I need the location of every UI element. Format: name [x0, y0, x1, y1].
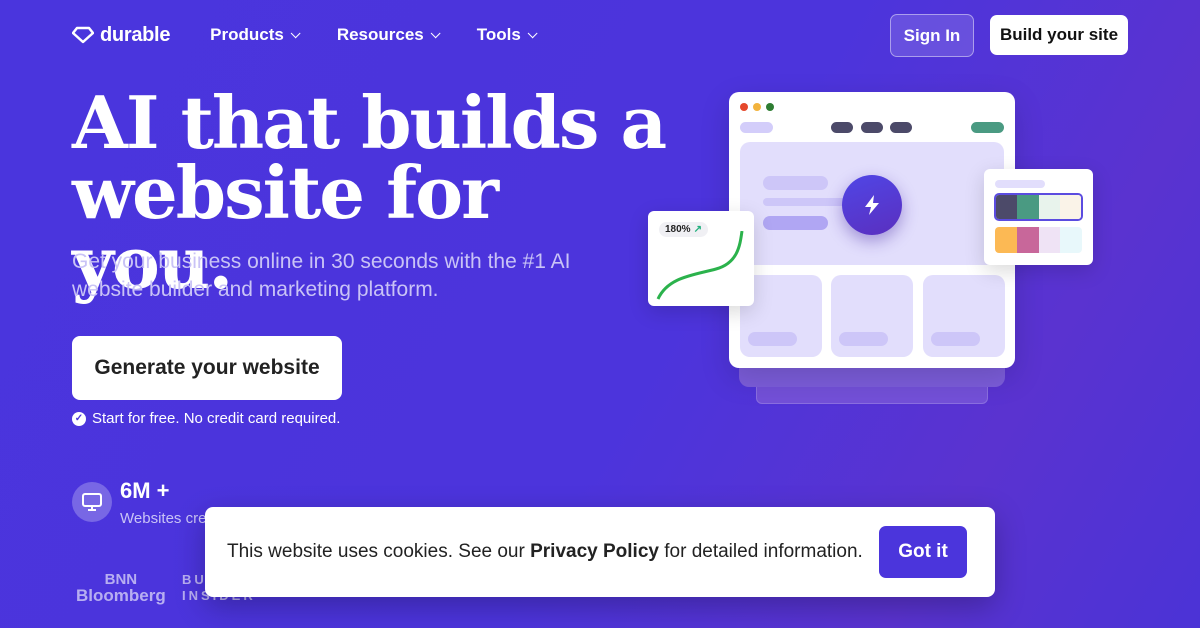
cookie-text-before: This website uses cookies. See our — [227, 541, 531, 562]
website-illustration — [729, 92, 1015, 368]
chevron-down-icon — [430, 27, 441, 38]
press-line: Bloomberg — [76, 586, 166, 605]
nav-label: Resources — [336, 25, 424, 44]
growth-curve-icon — [656, 231, 744, 300]
cookie-banner: This website uses cookies. See our Priva… — [205, 507, 995, 597]
nav-label: Tools — [476, 25, 521, 44]
hero-subtitle: Get your business online in 30 seconds w… — [72, 250, 571, 301]
got-it-button[interactable]: Got it — [879, 526, 967, 578]
monitor-icon — [72, 482, 112, 522]
nav-products[interactable]: Products — [210, 25, 301, 45]
free-note-text: Start for free. No credit card required. — [92, 410, 341, 427]
cookie-text-after: for detailed information. — [658, 541, 863, 562]
illustration-stack-layer — [756, 385, 988, 404]
build-site-button[interactable]: Build your site — [990, 15, 1128, 55]
check-circle-icon: ✓ — [72, 411, 86, 426]
diamond-logo-icon — [72, 26, 94, 44]
lightning-icon — [842, 175, 902, 235]
free-note: ✓ Start for free. No credit card required… — [72, 410, 340, 427]
stat-value: 6M + — [120, 478, 170, 503]
press-logo-bnn-bloomberg: BNN Bloomberg — [76, 572, 166, 605]
brand-logo[interactable]: durable — [72, 24, 170, 47]
nav-resources[interactable]: Resources — [336, 25, 441, 45]
nav-label: Products — [210, 25, 284, 44]
top-nav: durable Products Resources Tools Sign In… — [72, 14, 1128, 57]
palette-card — [984, 169, 1093, 265]
palette-option — [995, 227, 1082, 253]
brand-name: durable — [100, 23, 171, 46]
generate-website-button[interactable]: Generate your website — [72, 336, 342, 400]
palette-selected — [994, 193, 1083, 221]
growth-card: 180% ↗ — [648, 211, 754, 306]
chevron-down-icon — [527, 27, 538, 38]
privacy-policy-link[interactable]: Privacy Policy — [530, 541, 659, 562]
window-dots-icon — [740, 103, 774, 111]
nav-tools[interactable]: Tools — [476, 25, 538, 45]
cookie-text: This website uses cookies. See our Priva… — [227, 541, 863, 563]
sign-in-button[interactable]: Sign In — [890, 14, 974, 57]
chevron-down-icon — [290, 27, 301, 38]
